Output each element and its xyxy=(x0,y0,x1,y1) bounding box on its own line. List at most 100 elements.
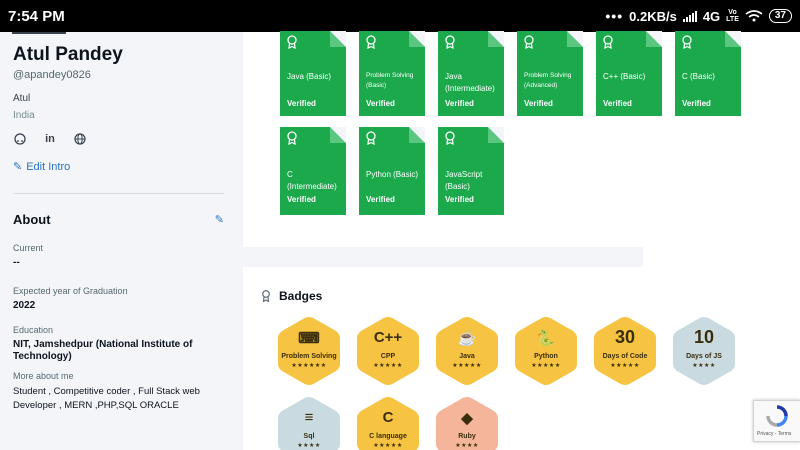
badge-stars: ★★★★ xyxy=(455,443,479,449)
certificate-status: Verified xyxy=(287,195,316,204)
more-about-label: More about me xyxy=(13,371,74,381)
graduation-label: Expected year of Graduation xyxy=(13,286,128,296)
battery-icon: 37 xyxy=(768,9,792,23)
linkedin-icon[interactable]: in xyxy=(43,133,57,148)
certificate-card[interactable]: C (Basic) Verified xyxy=(675,31,741,116)
recaptcha-icon xyxy=(766,405,788,427)
badge-label: Days of JS xyxy=(686,353,722,360)
certificate-card[interactable]: C (Intermediate) Verified xyxy=(280,127,346,215)
certificate-name: C (Intermediate) xyxy=(287,170,337,191)
badge-icon: ≡ xyxy=(304,409,314,426)
certificate-ribbon-icon xyxy=(287,35,297,49)
certificate-name: JavaScript (Basic) xyxy=(445,170,483,191)
certificate-card[interactable]: Java (Basic) Verified xyxy=(280,31,346,116)
badge[interactable]: C++ CPP ★★★★★ xyxy=(355,315,421,387)
certificate-name: Java (Intermediate) xyxy=(445,72,495,93)
badge[interactable]: 🐍 Python ★★★★★ xyxy=(513,315,579,387)
certificate-status: Verified xyxy=(603,99,632,108)
hexagon-shape xyxy=(357,317,419,385)
badge[interactable]: ☕ Java ★★★★★ xyxy=(434,315,500,387)
certificate-ribbon-icon xyxy=(287,131,297,145)
certificate-status: Verified xyxy=(366,195,395,204)
page-fold xyxy=(409,127,425,143)
certificate-card[interactable]: Python (Basic) Verified xyxy=(359,127,425,215)
badge-ribbon-icon xyxy=(262,290,270,302)
hexagon-shape xyxy=(673,317,735,385)
badge-icon: C xyxy=(382,409,394,426)
volte-icon: Vo LTE xyxy=(726,9,739,23)
page-fold xyxy=(409,31,425,47)
hexagon-shape xyxy=(594,317,656,385)
social-links: in xyxy=(13,133,230,148)
education-value: NIT, Jamshedpur (National Institute of T… xyxy=(13,339,193,362)
certificate-ribbon-icon xyxy=(445,35,455,49)
recaptcha-text: Privacy - Terms xyxy=(757,431,792,437)
globe-icon[interactable] xyxy=(73,133,87,148)
profile-handle: @apandey0826 xyxy=(13,69,91,81)
recaptcha-widget[interactable]: Privacy - Terms xyxy=(753,400,800,442)
certificate-name: Python (Basic) xyxy=(366,170,419,179)
certificate-card[interactable]: Problem Solving (Basic) Verified xyxy=(359,31,425,116)
badge-label: Sql xyxy=(303,433,315,440)
badge-label: Python xyxy=(534,353,558,360)
badge-stars: ★★★★★ xyxy=(610,363,640,369)
badge[interactable]: ⌨ Problem Solving ★★★★★★ xyxy=(276,315,342,387)
badge-icon: 🐍 xyxy=(536,330,556,347)
badge[interactable]: ◆ Ruby ★★★★ xyxy=(434,395,500,450)
github-icon[interactable] xyxy=(13,133,27,148)
badge-label: Days of Code xyxy=(602,353,648,360)
certificate-name: Problem Solving (Basic) xyxy=(366,72,414,89)
certificates-card: Java (Basic) Verified Problem Solving (Bas… xyxy=(243,31,800,247)
divider xyxy=(13,193,224,194)
certificate-card[interactable]: Java (Intermediate) Verified xyxy=(438,31,504,116)
badge-icon: 10 xyxy=(693,327,715,347)
badge[interactable]: 30 Days of Code ★★★★★ xyxy=(592,315,658,387)
certificate-card[interactable]: C++ (Basic) Verified xyxy=(596,31,662,116)
education-label: Education xyxy=(13,325,54,335)
badge-label: Java xyxy=(459,353,475,360)
certificate-name: Java (Basic) xyxy=(287,72,332,81)
edit-intro-link[interactable]: ✎ Edit Intro xyxy=(13,160,230,174)
page-fold xyxy=(725,31,741,47)
certificate-card[interactable]: JavaScript (Basic) Verified xyxy=(438,127,504,215)
certificate-name: Problem Solving (Advanced) xyxy=(524,72,572,89)
more-dots-icon: ••• xyxy=(605,8,624,24)
certificate-ribbon-icon xyxy=(603,35,613,49)
main-content: Java (Basic) Verified Problem Solving (Bas… xyxy=(243,31,800,450)
current-value: -- xyxy=(13,257,20,268)
badges-title: Badges xyxy=(279,289,323,303)
badge-stars: ★★★★★ xyxy=(452,363,482,369)
certificate-name: C (Basic) xyxy=(682,72,715,81)
page-fold xyxy=(330,31,346,47)
network-speed: 0.2KB/s xyxy=(629,8,677,24)
badge-label: Ruby xyxy=(458,433,476,440)
certificate-card[interactable]: Problem Solving (Advanced) Verified xyxy=(517,31,583,116)
badge[interactable]: C C language ★★★★★ xyxy=(355,395,421,450)
edit-about-pencil-icon[interactable]: ✎ xyxy=(215,213,224,226)
badge-label: C language xyxy=(369,433,407,440)
hexagon-shape xyxy=(515,317,577,385)
card-tail xyxy=(643,247,800,269)
current-label: Current xyxy=(13,243,44,253)
badge[interactable]: ≡ Sql ★★★★ xyxy=(276,395,342,450)
graduation-value: 2022 xyxy=(13,300,36,311)
profile-sidebar: Atul Pandey @apandey0826 Atul India in ✎… xyxy=(0,32,243,450)
badge-stars: ★★★★★ xyxy=(531,363,561,369)
certificate-status: Verified xyxy=(445,195,474,204)
page-fold xyxy=(488,127,504,143)
certificate-status: Verified xyxy=(524,99,553,108)
badge-stars: ★★★★ xyxy=(297,443,321,449)
wifi-icon xyxy=(745,10,763,22)
profile-name: Atul Pandey xyxy=(13,44,123,65)
page-fold xyxy=(330,127,346,143)
profile-country: India xyxy=(13,110,35,121)
network-type: 4G xyxy=(702,8,721,24)
edit-tab-edge xyxy=(12,32,66,34)
hexagon-shape xyxy=(436,317,498,385)
certificate-ribbon-icon xyxy=(366,35,376,49)
status-bar: 7:54 PM ••• 0.2KB/s 4G Vo LTE 37 xyxy=(0,0,800,32)
badge-label: CPP xyxy=(380,353,396,360)
badge-stars: ★★★★★★ xyxy=(291,363,327,369)
page-fold xyxy=(567,31,583,47)
badge[interactable]: 10 Days of JS ★★★★ xyxy=(671,315,737,387)
